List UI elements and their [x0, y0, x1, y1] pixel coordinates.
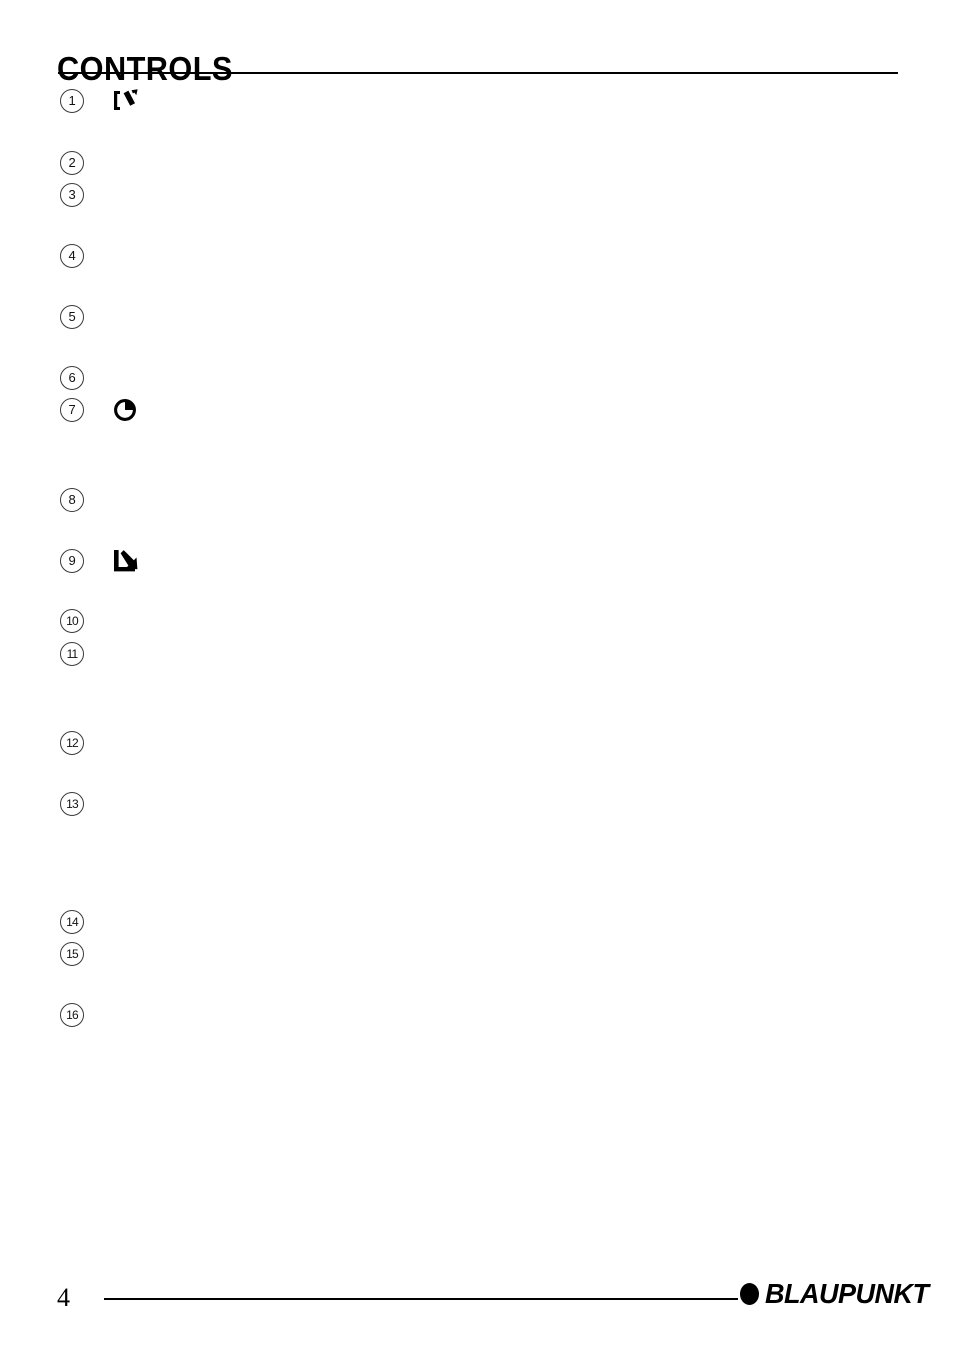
callout-number-badge: 2 [60, 151, 84, 175]
callout-item-8: 8 [60, 488, 920, 514]
controls-callout-list: 1 2 3 4 5 6 7 8 9 10 11 12 13 14 15 16 [0, 0, 954, 1100]
footer-divider [104, 1298, 738, 1300]
brand-name: BLAUPUNKT [765, 1278, 929, 1309]
callout-item-11: 11 [60, 642, 920, 668]
page-number: 4 [57, 1283, 70, 1312]
callout-number-badge: 4 [60, 244, 84, 268]
callout-item-13: 13 [60, 792, 920, 818]
clock-icon [112, 397, 140, 423]
callout-item-2: 2 [60, 151, 920, 177]
callout-number-badge: 10 [60, 609, 84, 633]
callout-item-4: 4 [60, 244, 920, 270]
callout-number-badge: 3 [60, 183, 84, 207]
filled-circle-icon [740, 1283, 759, 1305]
callout-item-15: 15 [60, 942, 920, 968]
arrow-down-right-icon [112, 548, 140, 574]
brand-logo: BLAUPUNKT [740, 1278, 929, 1309]
callout-number-badge: 15 [60, 942, 84, 966]
callout-number-badge: 9 [60, 549, 84, 573]
callout-item-6: 6 [60, 366, 920, 392]
callout-number-badge: 7 [60, 398, 84, 422]
callout-number-badge: 6 [60, 366, 84, 390]
callout-item-1: 1 [60, 89, 920, 115]
callout-number-badge: 5 [60, 305, 84, 329]
page-footer: 4 BLAUPUNKT [0, 1278, 954, 1329]
document-page: CONTROLS 1 2 3 4 5 6 7 8 9 10 11 12 13 14 15 16 4 BLAUP… [0, 0, 954, 1349]
callout-number-badge: 16 [60, 1003, 84, 1027]
callout-item-12: 12 [60, 731, 920, 757]
callout-item-10: 10 [60, 609, 920, 635]
callout-item-14: 14 [60, 910, 920, 936]
callout-number-badge: 12 [60, 731, 84, 755]
callout-number-badge: 13 [60, 792, 84, 816]
callout-item-7: 7 [60, 398, 920, 424]
callout-number-badge: 1 [60, 89, 84, 113]
callout-item-9: 9 [60, 549, 920, 575]
callout-item-16: 16 [60, 1003, 920, 1029]
callout-number-badge: 14 [60, 910, 84, 934]
release-panel-icon [112, 88, 140, 114]
callout-item-3: 3 [60, 183, 920, 209]
callout-number-badge: 8 [60, 488, 84, 512]
callout-item-5: 5 [60, 305, 920, 331]
callout-number-badge: 11 [60, 642, 84, 666]
